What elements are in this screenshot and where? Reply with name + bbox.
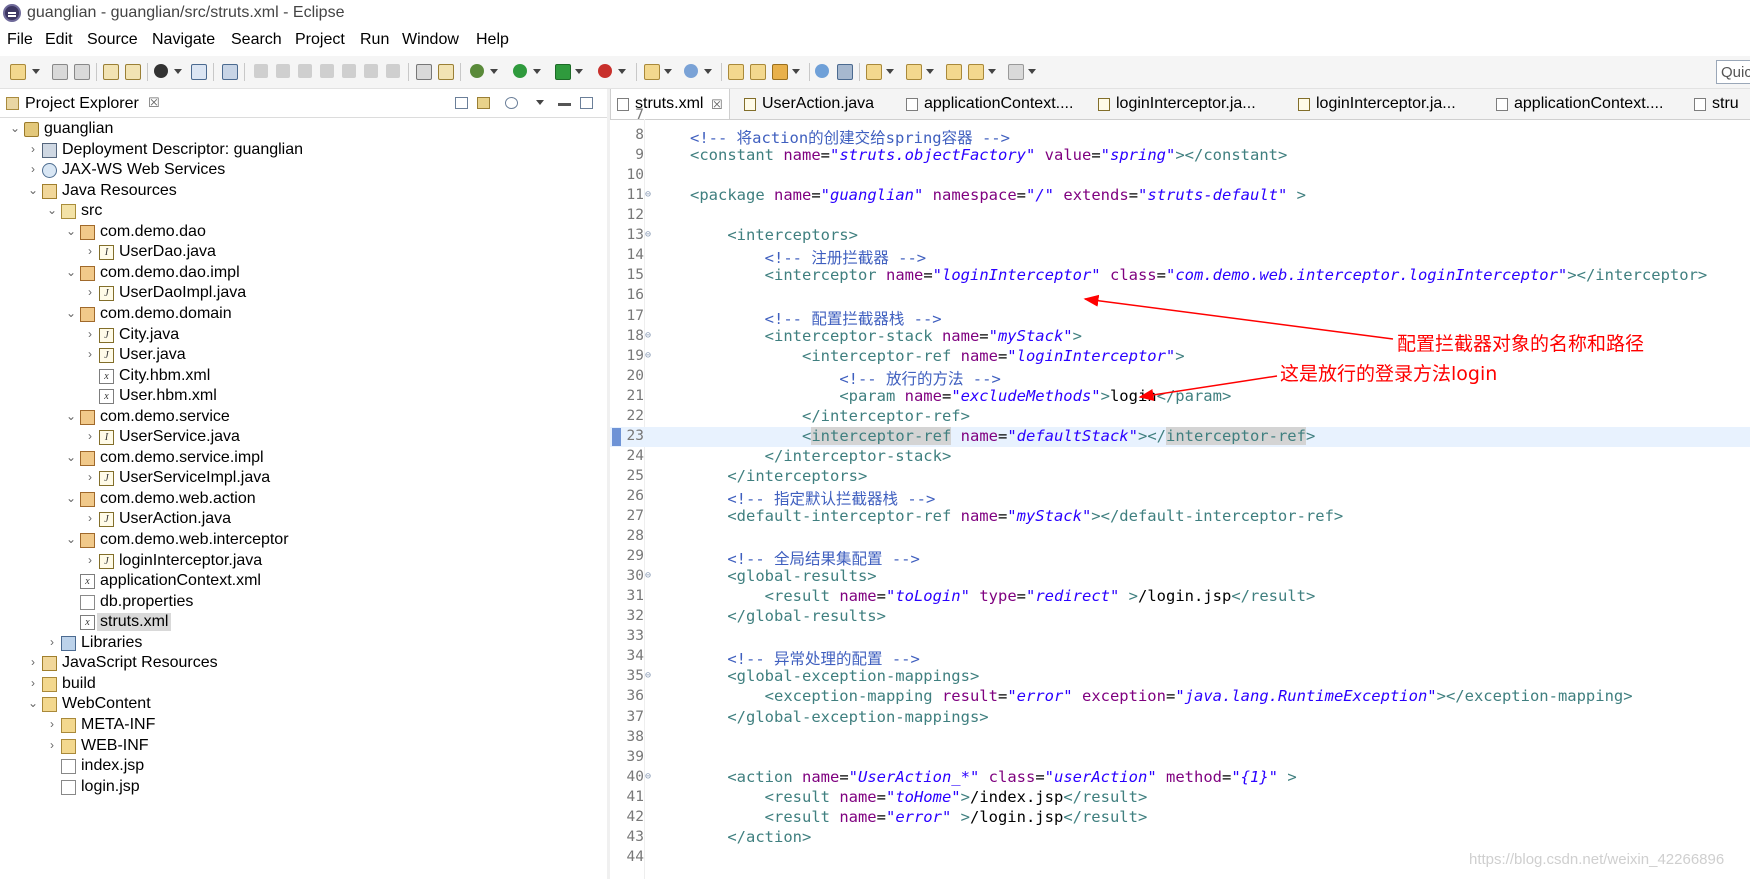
interceptor-arrow (1083, 294, 1394, 340)
login-arrow (1138, 375, 1278, 401)
watermark: https://blog.csdn.net/weixin_42266896 (1469, 851, 1725, 868)
annotation-login-note: 这是放行的登录方法login (1280, 363, 1498, 385)
annotation-interceptor-note: 配置拦截器对象的名称和路径 (1397, 333, 1645, 355)
annotation-arrows (1083, 294, 1394, 401)
